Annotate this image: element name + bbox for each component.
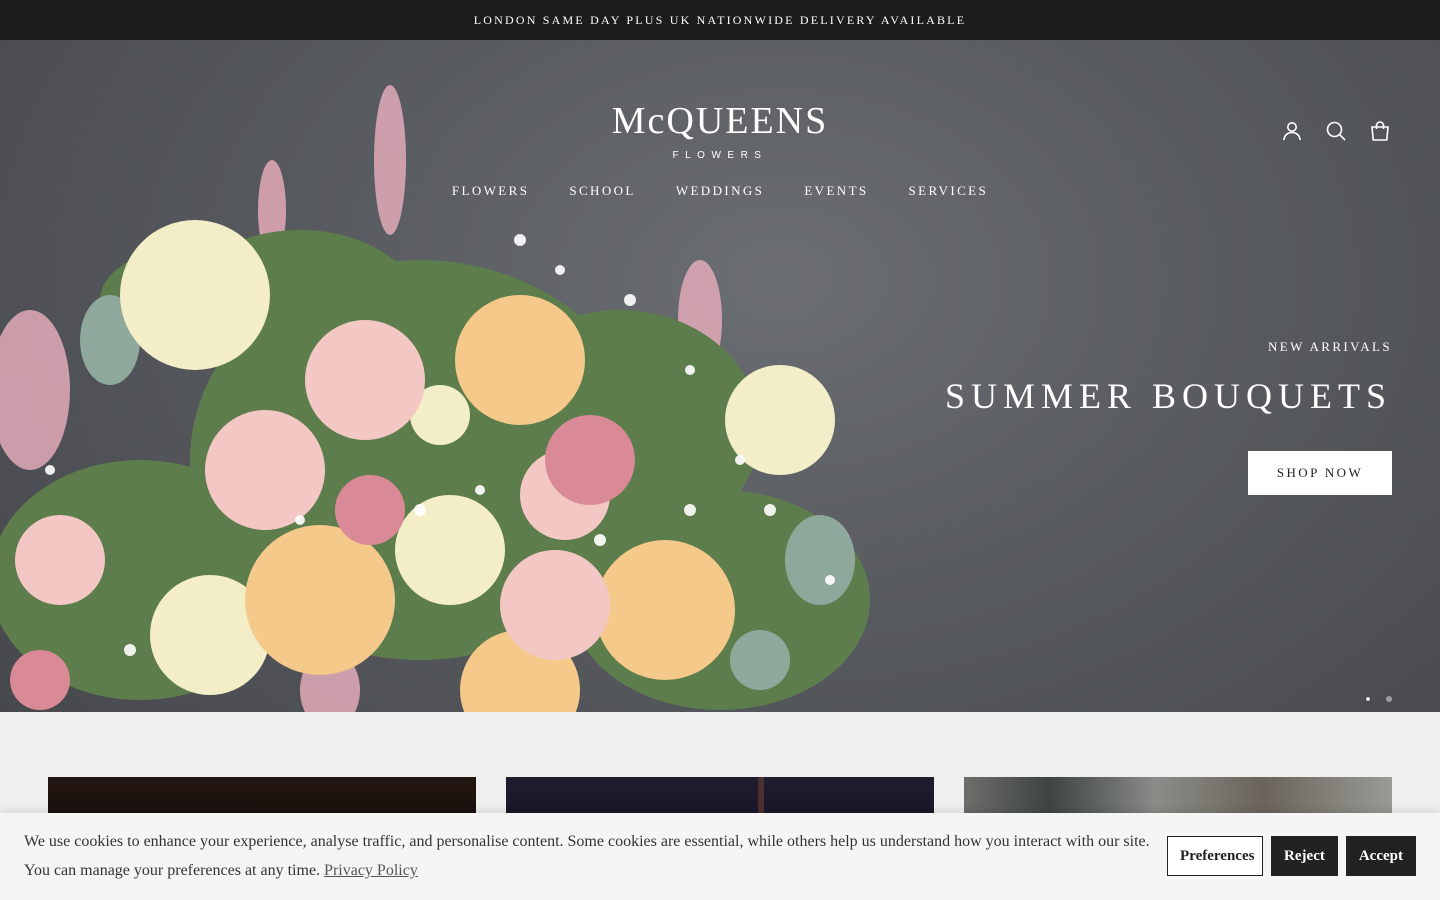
nav-item-flowers[interactable]: FLOWERS (452, 183, 529, 199)
preferences-button[interactable]: Preferences (1167, 836, 1264, 876)
slide-dot-2[interactable] (1386, 696, 1392, 702)
nav-item-school[interactable]: SCHOOL (569, 183, 635, 199)
reject-button[interactable]: Reject (1271, 836, 1338, 876)
cookie-banner: We use cookies to enhance your experienc… (0, 813, 1440, 900)
hero-banner: McQUEENS FLOWERS FLOWERS SCHOOL WEDDINGS… (0, 40, 1440, 712)
privacy-policy-link[interactable]: Privacy Policy (324, 862, 418, 879)
search-icon[interactable] (1324, 119, 1348, 143)
nav-item-services[interactable]: SERVICES (909, 183, 989, 199)
nav-item-events[interactable]: EVENTS (804, 183, 868, 199)
cookie-message: We use cookies to enhance your experienc… (24, 827, 1164, 885)
slide-dot-1[interactable] (1365, 696, 1371, 702)
slider-dots (1365, 696, 1392, 702)
shop-now-button[interactable]: SHOP NOW (1248, 451, 1392, 495)
accept-button[interactable]: Accept (1345, 836, 1416, 876)
account-icon[interactable] (1280, 119, 1304, 143)
brand-name: McQUEENS (611, 100, 829, 142)
header-actions (1280, 119, 1392, 143)
brand-logo[interactable]: McQUEENS FLOWERS (0, 102, 1440, 162)
nav-item-weddings[interactable]: WEDDINGS (676, 183, 765, 199)
announcement-text: LONDON SAME DAY PLUS UK NATIONWIDE DELIV… (473, 12, 967, 27)
hero-eyebrow: NEW ARRIVALS (1267, 339, 1392, 354)
main-nav: FLOWERS SCHOOL WEDDINGS EVENTS SERVICES (0, 183, 1440, 199)
cart-icon[interactable] (1368, 119, 1392, 143)
brand-tagline: FLOWERS (672, 150, 768, 161)
cookie-message-line2: You can manage your preferences at any t… (24, 862, 321, 879)
announcement-bar: LONDON SAME DAY PLUS UK NATIONWIDE DELIV… (0, 0, 1440, 40)
cookie-message-line1: We use cookies to enhance your experienc… (24, 833, 1150, 850)
cookie-actions: Preferences Reject Accept (1167, 836, 1416, 876)
hero-title: SUMMER BOUQUETS (944, 376, 1392, 416)
